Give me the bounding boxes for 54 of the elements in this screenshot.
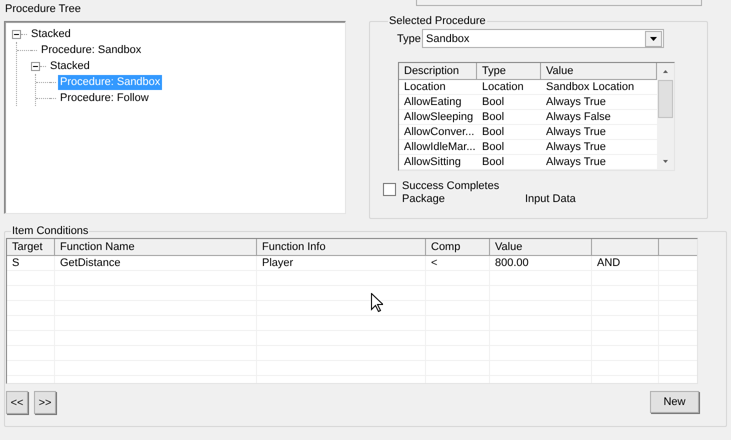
scroll-thumb[interactable] (658, 80, 673, 118)
tree-item[interactable]: Stacked (29, 26, 73, 42)
table-cell-text: Always False (545, 110, 612, 124)
table-cell-text: Sandbox Location (545, 80, 636, 94)
previous-button[interactable]: << (6, 391, 28, 414)
column-header[interactable]: Value (490, 239, 592, 256)
table-cell-text: Bool (481, 140, 506, 154)
table-cell-text: Bool (481, 95, 506, 109)
table-cell-text: Always True (545, 155, 607, 169)
type-dropdown[interactable]: Sandbox (422, 29, 664, 48)
table-cell-text: Always True (545, 140, 607, 154)
scrollbar[interactable] (657, 63, 674, 170)
group-title: Item Conditions (11, 225, 90, 237)
type-label: Type (396, 32, 422, 44)
table-cell-text: Location (403, 80, 447, 94)
column-header[interactable]: Type (477, 63, 541, 80)
table-cell: AND (592, 256, 659, 270)
column-header[interactable]: Comp (426, 239, 490, 256)
column-header[interactable]: Value (541, 63, 657, 80)
table-cell-text: AllowConver... (403, 125, 476, 139)
group-title: Selected Procedure (388, 15, 487, 27)
panel-title: Procedure Tree (5, 2, 82, 16)
table-cell-text: AllowEating (403, 95, 462, 109)
table-cell: 800.00 (490, 256, 592, 270)
next-button[interactable]: >> (34, 391, 56, 414)
column-header[interactable]: Function Name (55, 239, 257, 256)
new-button[interactable]: New (650, 391, 699, 413)
table-cell-text: Always True (545, 95, 607, 109)
table-cell-text: AllowSleeping (403, 110, 474, 124)
table-cell-text: Bool (481, 125, 506, 139)
collapse-icon[interactable] (31, 62, 40, 70)
column-header[interactable]: Description (399, 63, 477, 80)
checkbox[interactable] (383, 183, 396, 196)
mouse-cursor-icon (371, 293, 383, 312)
table-cell-text: Bool (481, 110, 506, 124)
input-data-label: Input Data (525, 193, 576, 206)
collapse-icon[interactable] (12, 30, 21, 38)
table-cell: Player (257, 256, 426, 270)
table-cell: < (426, 256, 490, 270)
table-cell-text: Always True (545, 125, 607, 139)
table-cell-text: Location (481, 80, 525, 94)
tree-item[interactable]: Stacked (48, 58, 92, 74)
tree-item[interactable]: Procedure: Follow (58, 90, 151, 106)
table-cell: GetDistance (55, 256, 257, 270)
table-cell-text: AllowIdleMar... (403, 140, 477, 154)
checkbox-label[interactable]: Success Completes Package (402, 180, 502, 206)
table-cell: S (7, 256, 55, 270)
column-header[interactable]: Target (7, 239, 55, 256)
table-cell-text: AllowSitting (403, 155, 462, 169)
text-field[interactable] (416, 0, 702, 6)
tree-item[interactable]: Procedure: Sandbox (39, 42, 144, 58)
procedure-tree[interactable]: Stacked Procedure: Sandbox Stacked Procedure: Sandbox Procedure: Follow (4, 21, 346, 214)
table-cell-text: Bool (481, 155, 506, 169)
column-header[interactable]: Function Info (257, 239, 426, 256)
